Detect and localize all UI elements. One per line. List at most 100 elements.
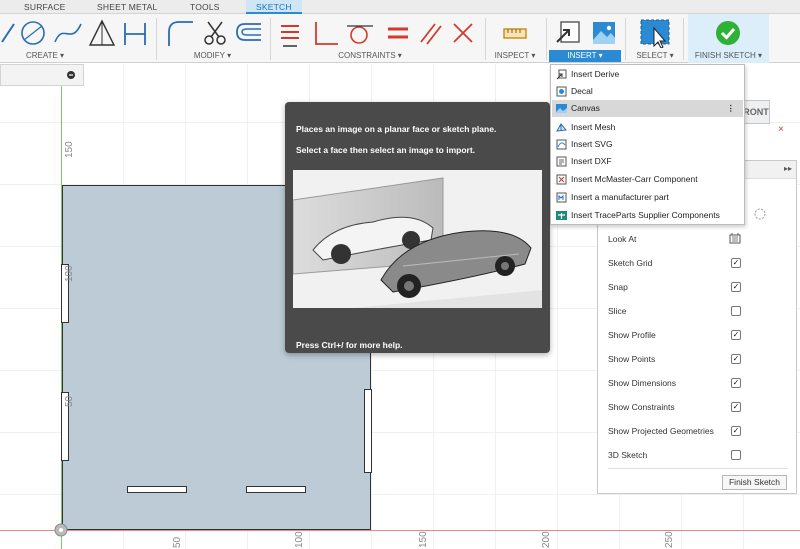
panel-divider: [608, 468, 788, 469]
modify-menu[interactable]: MODIFY ▾: [165, 50, 260, 62]
show-dimensions-checkbox[interactable]: ✓: [731, 378, 741, 388]
show-projected-geometries-checkbox[interactable]: ✓: [731, 426, 741, 436]
select-menu[interactable]: SELECT ▾: [630, 50, 680, 62]
show-dimensions-row[interactable]: Show Dimensions ✓: [608, 376, 788, 390]
profile-slot: [127, 486, 187, 493]
slice-checkbox[interactable]: [731, 306, 741, 316]
dxf-icon: [556, 156, 567, 167]
ruler-x-label: 200: [541, 531, 552, 548]
menu-item-insert-derive[interactable]: Insert Derive: [552, 66, 743, 83]
look-at-icon[interactable]: [729, 233, 741, 244]
profile-notch: [364, 389, 372, 473]
3d-sketch-row[interactable]: 3D Sketch: [608, 448, 788, 462]
spline-tool-icon[interactable]: [53, 18, 83, 48]
mcmaster-icon: [556, 174, 567, 185]
show-projected-geometries-label: Show Projected Geometries: [608, 426, 714, 436]
ribbon-separator: [270, 18, 271, 60]
show-points-row[interactable]: Show Points ✓: [608, 352, 788, 366]
finish-sketch-menu[interactable]: FINISH SKETCH ▾: [688, 50, 769, 62]
menu-item-canvas[interactable]: Canvas ⋮: [552, 100, 743, 117]
parallel-constraint-icon[interactable]: [415, 18, 445, 48]
profile-slot: [246, 486, 306, 493]
trim-tool-icon[interactable]: [200, 18, 230, 48]
derive-icon: [556, 69, 567, 80]
ribbon-toolbar: CREATE ▾ MODIFY ▾ CONSTRAINTS ▾ INSPECT …: [0, 14, 800, 63]
slice-row[interactable]: Slice: [608, 304, 788, 318]
triangle-tool-icon[interactable]: [87, 18, 117, 48]
canvas-icon: [556, 104, 567, 113]
constraints-menu[interactable]: CONSTRAINTS ▾: [310, 50, 430, 62]
canvas-tooltip: Places an image on a planar face or sket…: [285, 102, 550, 353]
snap-checkbox[interactable]: ✓: [731, 282, 741, 292]
insert-derive-icon[interactable]: [555, 18, 583, 48]
line-tool-icon[interactable]: [0, 18, 16, 48]
sketch-grid-checkbox[interactable]: ✓: [731, 258, 741, 268]
show-projected-geometries-row[interactable]: Show Projected Geometries ✓: [608, 424, 788, 438]
more-options-icon[interactable]: ⋮: [727, 100, 736, 117]
collapse-icon[interactable]: [67, 71, 75, 79]
ruler-x-label: 250: [664, 531, 675, 548]
sketch-grid-label: Sketch Grid: [608, 258, 653, 268]
ribbon-separator: [546, 18, 547, 60]
ruler-x-label: 100: [294, 531, 305, 548]
coincident-constraint-icon[interactable]: [448, 18, 478, 48]
finish-sketch-button[interactable]: Finish Sketch: [722, 475, 787, 490]
tab-tools[interactable]: TOOLS: [190, 0, 220, 14]
x-axis-line: [0, 530, 800, 531]
3d-sketch-checkbox[interactable]: [731, 450, 741, 460]
inspect-menu[interactable]: INSPECT ▾: [490, 50, 540, 62]
tab-sketch[interactable]: SKETCH: [246, 0, 302, 14]
ribbon-separator: [683, 18, 684, 60]
perpendicular-constraint-icon[interactable]: [310, 18, 340, 48]
circle-tool-icon[interactable]: [18, 18, 48, 48]
create-menu[interactable]: CREATE ▾: [0, 50, 90, 62]
menu-item-insert-manufacturer-part[interactable]: Insert a manufacturer part: [552, 189, 743, 206]
offset-tool-icon[interactable]: [233, 18, 263, 48]
panel-expand-icon[interactable]: ▸▸: [784, 164, 792, 173]
tooltip-illustration: [293, 170, 542, 308]
menu-item-insert-traceparts[interactable]: Insert TraceParts Supplier Components: [552, 207, 743, 224]
viewcube-x-axis-icon: ×: [778, 124, 784, 135]
finish-sketch-check-icon[interactable]: [714, 18, 742, 48]
manufacturer-icon: [556, 192, 567, 203]
show-points-checkbox[interactable]: ✓: [731, 354, 741, 364]
snap-row[interactable]: Snap ✓: [608, 280, 788, 294]
look-at-row[interactable]: Look At: [608, 232, 788, 246]
menu-item-insert-svg[interactable]: Insert SVG: [552, 136, 743, 153]
select-tool-icon[interactable]: [638, 18, 672, 48]
menu-item-decal[interactable]: Decal: [552, 83, 743, 100]
show-profile-checkbox[interactable]: ✓: [731, 330, 741, 340]
viewcube-front[interactable]: RONT: [742, 100, 770, 124]
show-constraints-row[interactable]: Show Constraints ✓: [608, 400, 788, 414]
tooltip-instruction: Select a face then select an image to im…: [296, 145, 476, 155]
text-tool-icon[interactable]: [120, 18, 150, 48]
sketch-grid-row[interactable]: Sketch Grid ✓: [608, 256, 788, 270]
ruler-y-label: 150: [64, 141, 75, 158]
fillet-tool-icon[interactable]: [165, 18, 195, 48]
ruler-y-label: 100: [64, 265, 75, 282]
menu-item-insert-mcmaster-carr[interactable]: Insert McMaster-Carr Component: [552, 171, 743, 188]
insert-menu-button[interactable]: INSERT ▾: [549, 50, 621, 62]
browser-panel-strip: [0, 64, 84, 86]
show-constraints-checkbox[interactable]: ✓: [731, 402, 741, 412]
look-at-label: Look At: [608, 234, 637, 244]
ruler-y-label: 50: [64, 395, 75, 407]
measure-tool-icon[interactable]: [500, 18, 530, 48]
origin-point-icon[interactable]: [53, 522, 69, 538]
tab-sheet-metal[interactable]: SHEET METAL: [97, 0, 157, 14]
ruler-x-label: 150: [418, 531, 429, 548]
equal-constraint-icon[interactable]: [383, 18, 413, 48]
svg-icon: [556, 139, 567, 150]
3d-sketch-label: 3D Sketch: [608, 450, 648, 460]
ribbon-separator: [485, 18, 486, 60]
show-profile-row[interactable]: Show Profile ✓: [608, 328, 788, 342]
menu-item-insert-dxf[interactable]: Insert DXF: [552, 153, 743, 170]
tab-surface[interactable]: SURFACE: [24, 0, 66, 14]
show-points-label: Show Points: [608, 354, 656, 364]
tangent-constraint-icon[interactable]: [345, 18, 375, 48]
options-icon[interactable]: [754, 208, 766, 220]
traceparts-icon: [556, 211, 567, 220]
menu-item-insert-mesh[interactable]: Insert Mesh: [552, 119, 743, 136]
horizontal-constraint-icon[interactable]: [277, 18, 303, 48]
insert-canvas-icon[interactable]: [590, 18, 618, 48]
